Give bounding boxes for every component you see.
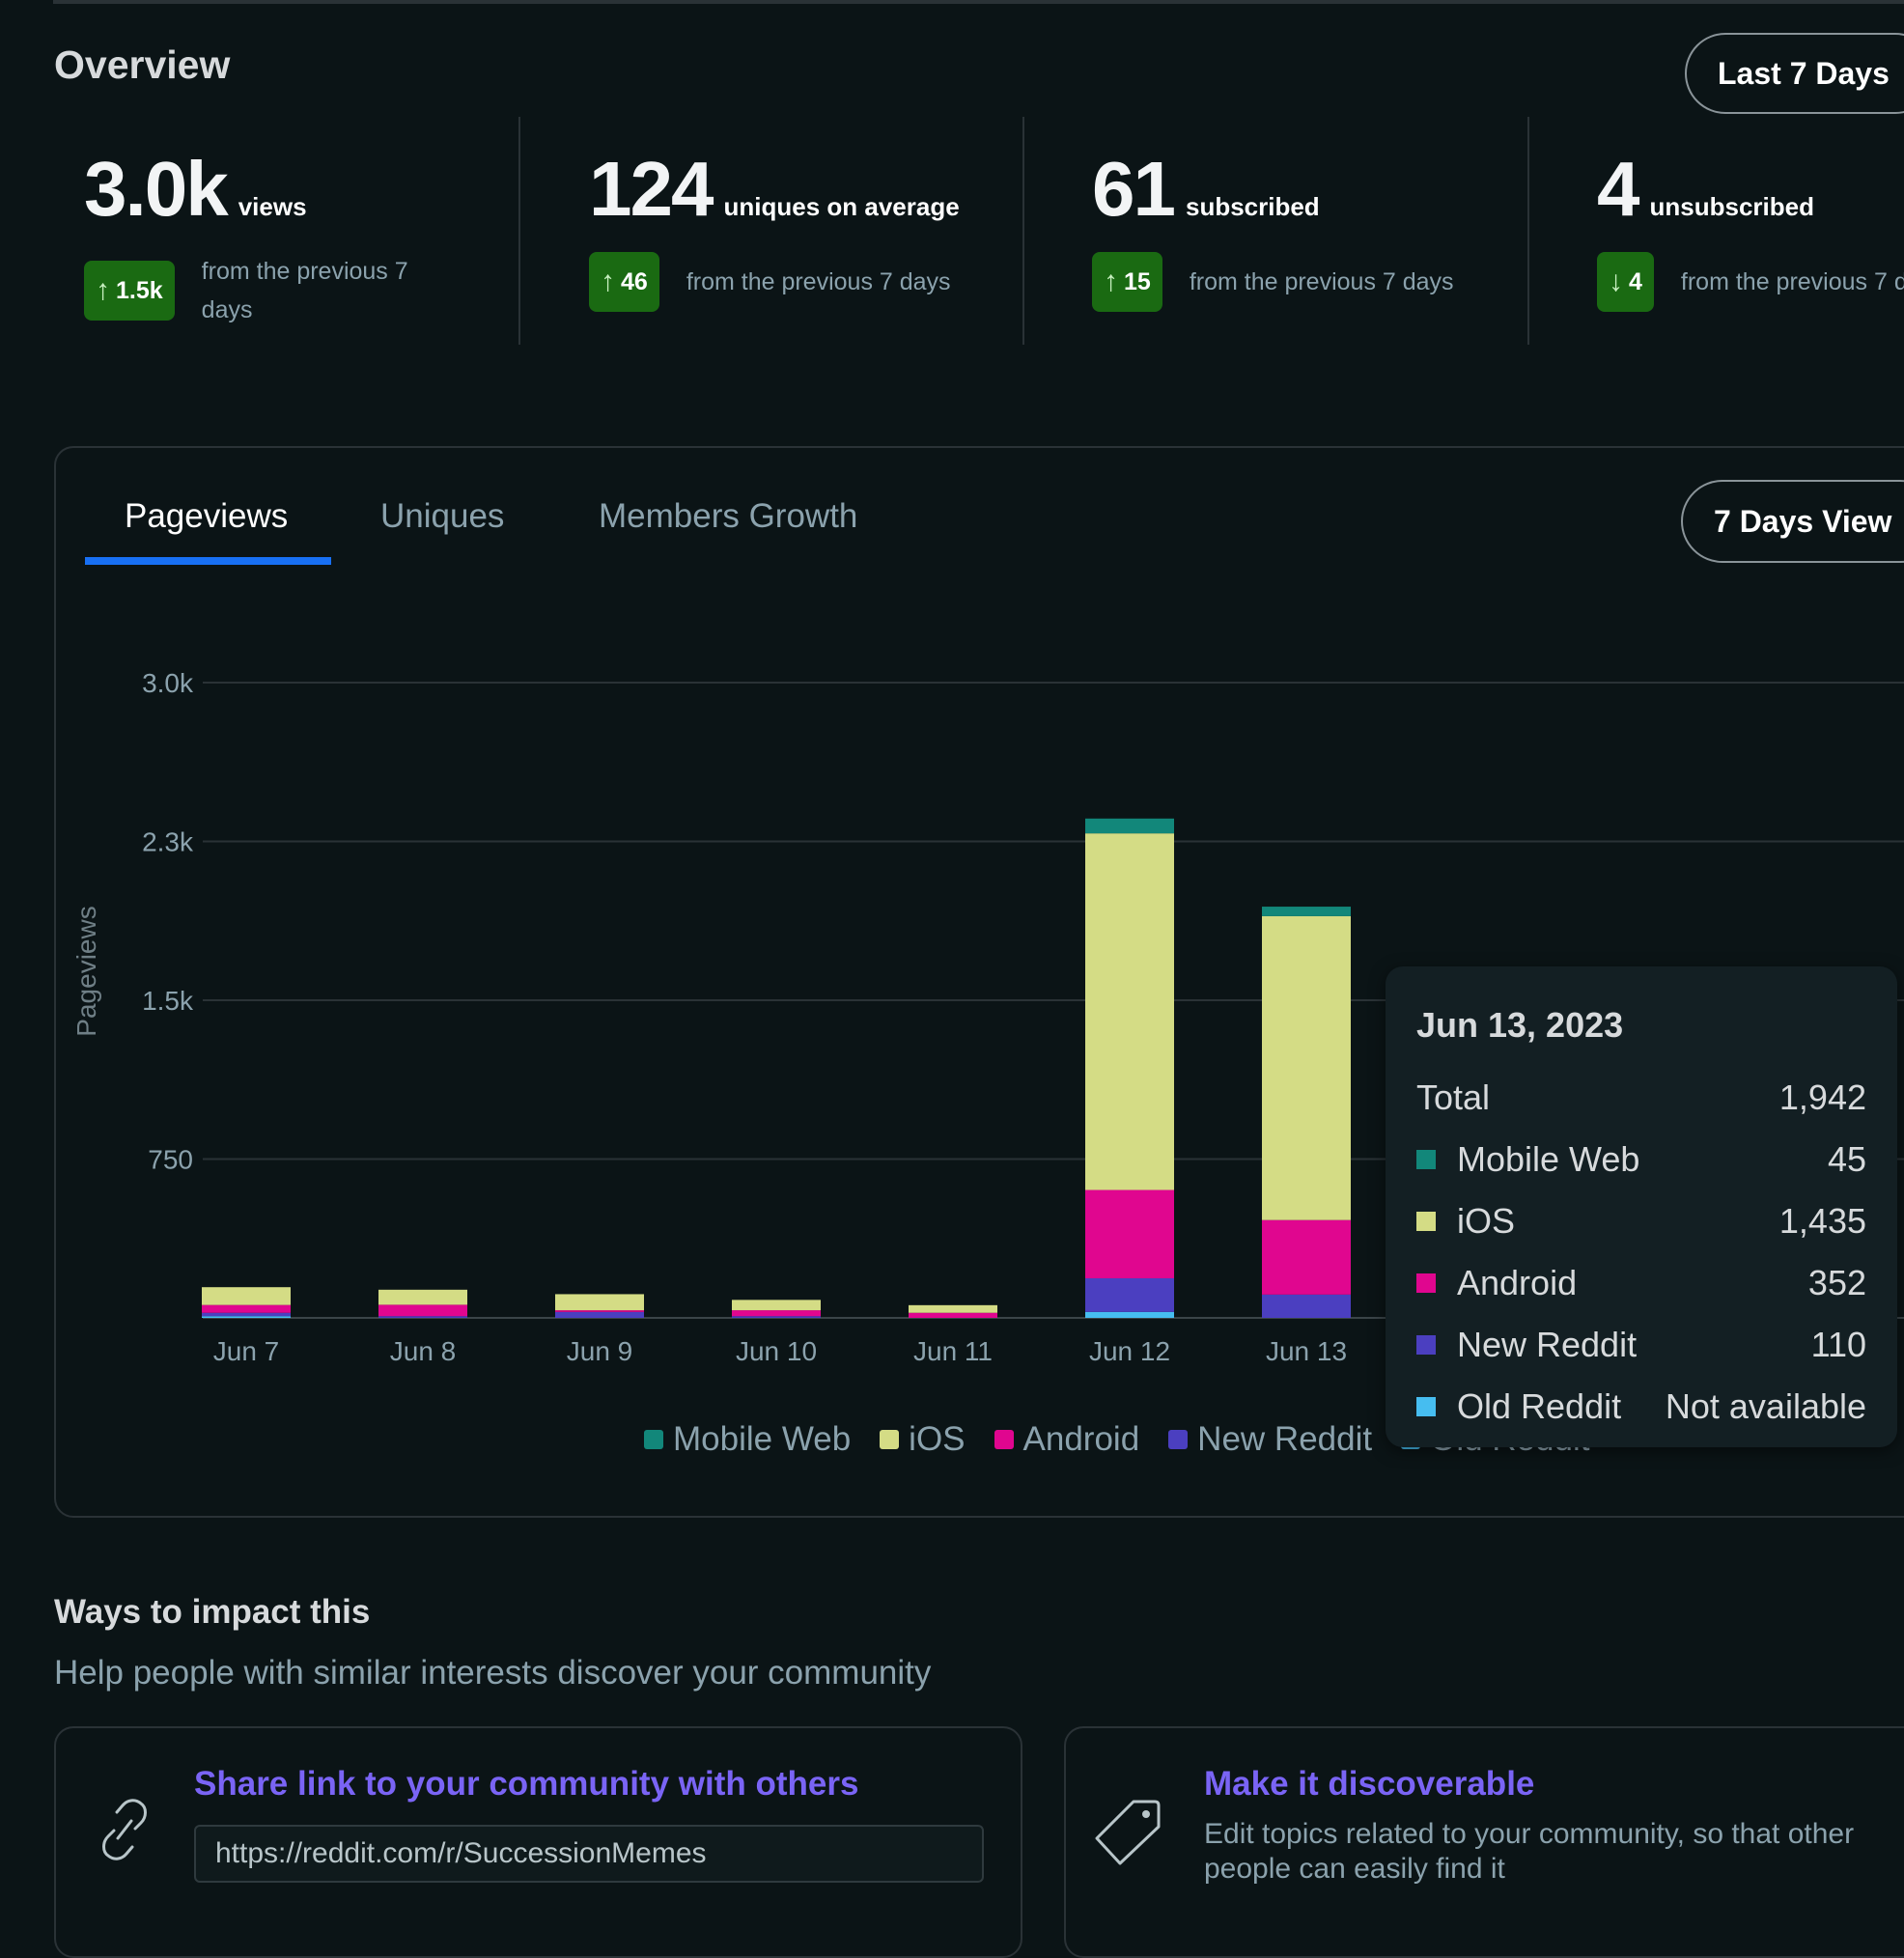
legend-label: New Reddit bbox=[1197, 1420, 1373, 1458]
x-tick-label: Jun 10 bbox=[736, 1336, 817, 1366]
link-icon bbox=[102, 1799, 147, 1860]
tooltip-value: Not available bbox=[1665, 1386, 1866, 1426]
tooltip-row-mobile-web: Mobile Web 45 bbox=[1416, 1129, 1866, 1190]
legend-item-mobile-web[interactable]: Mobile Web bbox=[644, 1420, 851, 1459]
legend-label: Mobile Web bbox=[673, 1420, 852, 1458]
bar-segment-mobile-web[interactable] bbox=[1262, 907, 1351, 916]
tag-icon bbox=[1095, 1800, 1161, 1865]
tooltip-swatch bbox=[1416, 1397, 1436, 1416]
chart-tooltip: Jun 13, 2023 Total 1,942 Mobile Web 45 iOS 1,… bbox=[1386, 966, 1897, 1447]
bar-segment-new-reddit[interactable] bbox=[1262, 1294, 1351, 1318]
bar-segment-android[interactable] bbox=[555, 1310, 644, 1312]
share-link-card: Share link to your community with others bbox=[54, 1726, 1022, 1958]
x-tick-label: Jun 12 bbox=[1089, 1336, 1170, 1366]
impact-title: Ways to impact this bbox=[54, 1593, 371, 1631]
tooltip-row-android: Android 352 bbox=[1416, 1252, 1866, 1314]
tooltip-label: Mobile Web bbox=[1457, 1139, 1640, 1179]
y-tick-label: 1.5k bbox=[142, 986, 194, 1016]
bar-segment-new-reddit[interactable] bbox=[732, 1316, 821, 1318]
bar-segment-new-reddit[interactable] bbox=[1085, 1277, 1174, 1312]
x-tick-label: Jun 7 bbox=[213, 1336, 280, 1366]
tooltip-label: Android bbox=[1457, 1263, 1578, 1302]
tooltip-label: Total bbox=[1416, 1077, 1491, 1117]
tooltip-label: iOS bbox=[1457, 1201, 1516, 1241]
tooltip-row-ios: iOS 1,435 bbox=[1416, 1190, 1866, 1252]
bar-segment-android[interactable] bbox=[732, 1310, 821, 1317]
bar-segment-ios[interactable] bbox=[1262, 915, 1351, 1220]
bar-segment-ios[interactable] bbox=[1085, 833, 1174, 1190]
bar-segment-ios[interactable] bbox=[732, 1300, 821, 1311]
legend-label: iOS bbox=[909, 1420, 966, 1458]
tooltip-row-new-reddit: New Reddit 110 bbox=[1416, 1314, 1866, 1376]
bar-segment-new-reddit[interactable] bbox=[555, 1311, 644, 1318]
legend-item-android[interactable]: Android bbox=[994, 1420, 1140, 1459]
bar-segment-ios[interactable] bbox=[909, 1304, 997, 1313]
tooltip-value: 1,942 bbox=[1778, 1077, 1866, 1117]
pageviews-chart: 750 1.5k 2.3k 3.0k Pageviews Jun 7 Jun 8 Jun 9 J… bbox=[71, 668, 1904, 1366]
y-tick-label: 2.3k bbox=[142, 827, 194, 857]
bar-segment-mobile-web[interactable] bbox=[1085, 818, 1174, 834]
legend-swatch bbox=[994, 1430, 1014, 1449]
discoverable-card: Make it discoverable Edit topics related… bbox=[1064, 1726, 1904, 1958]
x-tick-label: Jun 8 bbox=[390, 1336, 457, 1366]
discoverable-title[interactable]: Make it discoverable bbox=[1204, 1765, 1534, 1804]
discoverable-description-line1: Edit topics related to your community, s… bbox=[1204, 1818, 1855, 1850]
x-tick-label: Jun 11 bbox=[913, 1336, 993, 1366]
bar-segment-ios[interactable] bbox=[378, 1289, 467, 1305]
bar-segment-android[interactable] bbox=[202, 1304, 291, 1313]
bar-segment-ios[interactable] bbox=[555, 1294, 644, 1311]
tooltip-value: 352 bbox=[1807, 1263, 1866, 1302]
tooltip-value: 110 bbox=[1810, 1325, 1866, 1364]
tooltip-value: 1,435 bbox=[1778, 1201, 1866, 1241]
tooltip-row-old-reddit: Old Reddit Not available bbox=[1416, 1376, 1866, 1438]
tooltip-row-total: Total 1,942 bbox=[1416, 1067, 1866, 1129]
tooltip-label: Old Reddit bbox=[1457, 1386, 1622, 1426]
discoverable-description-line2: people can easily find it bbox=[1204, 1853, 1505, 1885]
bar-segment-ios[interactable] bbox=[202, 1287, 291, 1305]
y-tick-label: 750 bbox=[148, 1145, 193, 1175]
legend-label: Android bbox=[1022, 1420, 1140, 1458]
share-link-title[interactable]: Share link to your community with others bbox=[194, 1765, 858, 1804]
tooltip-label: New Reddit bbox=[1457, 1325, 1638, 1364]
legend-item-ios[interactable]: iOS bbox=[880, 1420, 966, 1459]
bar-segment-android[interactable] bbox=[1085, 1189, 1174, 1278]
legend-item-new-reddit[interactable]: New Reddit bbox=[1168, 1420, 1372, 1459]
tooltip-date: Jun 13, 2023 bbox=[1416, 1005, 1624, 1045]
tooltip-swatch bbox=[1416, 1273, 1436, 1293]
y-axis-label: Pageviews bbox=[71, 906, 101, 1036]
tooltip-value: 45 bbox=[1827, 1139, 1866, 1179]
tooltip-swatch bbox=[1416, 1335, 1436, 1355]
legend-swatch bbox=[1168, 1430, 1189, 1449]
bar-segment-android[interactable] bbox=[378, 1304, 467, 1317]
y-tick-label: 3.0k bbox=[142, 668, 194, 698]
legend-swatch bbox=[644, 1430, 663, 1449]
legend-swatch bbox=[880, 1430, 900, 1449]
bar-segment-android[interactable] bbox=[909, 1312, 997, 1318]
impact-subtitle: Help people with similar interests disco… bbox=[54, 1654, 932, 1692]
bar-segment-old-reddit[interactable] bbox=[202, 1316, 291, 1318]
bar-segment-new-reddit[interactable] bbox=[202, 1312, 291, 1317]
bar-segment-android[interactable] bbox=[1262, 1219, 1351, 1295]
bar-segment-old-reddit[interactable] bbox=[1085, 1311, 1174, 1318]
x-tick-label: Jun 9 bbox=[567, 1336, 633, 1366]
bar-segment-new-reddit[interactable] bbox=[378, 1316, 467, 1318]
tooltip-swatch bbox=[1416, 1212, 1436, 1231]
tooltip-swatch bbox=[1416, 1150, 1436, 1169]
share-url-field[interactable] bbox=[194, 1825, 984, 1883]
x-tick-label: Jun 13 bbox=[1266, 1336, 1347, 1366]
